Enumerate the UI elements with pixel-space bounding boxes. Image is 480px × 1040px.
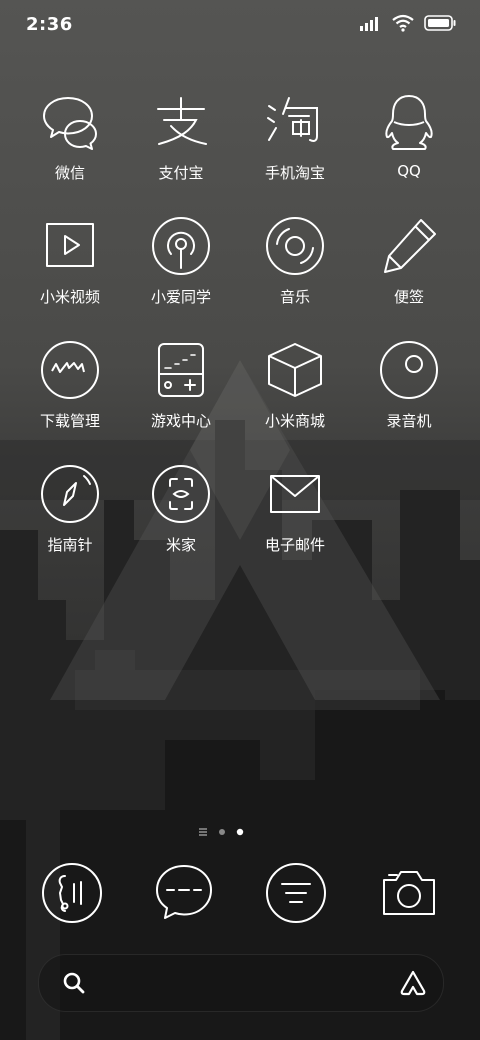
- status-time: 2:36: [26, 14, 73, 35]
- app-label: 游戏中心: [150, 412, 211, 430]
- app-label: 下载管理: [39, 412, 100, 430]
- app-qq[interactable]: QQ: [354, 92, 464, 202]
- taobao-icon: [267, 97, 318, 142]
- app-mijia[interactable]: 米家: [126, 464, 236, 574]
- app-music[interactable]: 音乐: [240, 216, 350, 326]
- app-email[interactable]: 电子邮件: [240, 464, 350, 574]
- camera-icon[interactable]: [378, 862, 440, 924]
- wechat-icon: [43, 97, 97, 150]
- app-label: 音乐: [279, 288, 310, 306]
- app-label: 小米商城: [264, 412, 325, 430]
- app-label: 电子邮件: [264, 536, 325, 554]
- page-indicator[interactable]: [198, 827, 244, 837]
- page-dot-active: [236, 828, 244, 836]
- app-game-center[interactable]: 游戏中心: [126, 340, 236, 450]
- recorder-icon: [380, 341, 438, 399]
- app-download-manager[interactable]: 下载管理: [15, 340, 125, 450]
- assistant-icon[interactable]: [399, 969, 427, 997]
- status-bar: 2:36: [0, 0, 480, 52]
- video-icon: [46, 223, 94, 267]
- download-icon: [41, 341, 99, 399]
- app-taobao[interactable]: 手机淘宝: [240, 92, 350, 202]
- app-label: QQ: [397, 162, 421, 180]
- qq-icon: [385, 95, 433, 150]
- app-label: 手机淘宝: [264, 164, 325, 182]
- search-bar[interactable]: [38, 954, 444, 1012]
- compass-icon: [41, 465, 99, 523]
- app-label: 微信: [54, 164, 85, 182]
- app-label: 小爱同学: [150, 288, 211, 306]
- alipay-icon: [157, 97, 207, 145]
- app-notes[interactable]: 便签: [354, 216, 464, 326]
- phone-icon[interactable]: [41, 862, 103, 924]
- settings-icon[interactable]: [265, 862, 327, 924]
- battery-icon: [424, 15, 456, 31]
- status-icons: [360, 14, 456, 32]
- home-screen: 2:36 微信 支付宝 手机淘宝 QQ 小米视频 小爱同学 音乐 便签 下载管理…: [0, 0, 480, 1040]
- xiaoai-icon: [152, 217, 210, 275]
- signal-icon: [360, 17, 378, 31]
- app-label: 小米视频: [39, 288, 100, 306]
- search-icon[interactable]: [61, 970, 87, 996]
- page-dot: [219, 829, 225, 835]
- app-mi-store[interactable]: 小米商城: [240, 340, 350, 450]
- menu-lines-icon: [199, 828, 207, 836]
- app-compass[interactable]: 指南针: [15, 464, 125, 574]
- notes-icon: [384, 219, 436, 273]
- email-icon: [270, 475, 320, 513]
- app-mi-video[interactable]: 小米视频: [15, 216, 125, 326]
- app-wechat[interactable]: 微信: [15, 92, 125, 202]
- app-xiaoai[interactable]: 小爱同学: [126, 216, 236, 326]
- app-label: 支付宝: [158, 164, 204, 182]
- music-icon: [266, 217, 324, 275]
- messages-icon[interactable]: [153, 862, 215, 924]
- app-label: 录音机: [386, 412, 432, 430]
- app-recorder[interactable]: 录音机: [354, 340, 464, 450]
- mi-store-icon: [268, 343, 322, 397]
- app-alipay[interactable]: 支付宝: [126, 92, 236, 202]
- app-label: 指南针: [47, 536, 93, 554]
- mijia-icon: [152, 465, 210, 523]
- game-center-icon: [158, 343, 204, 397]
- wifi-icon: [392, 14, 414, 32]
- app-label: 米家: [165, 536, 196, 554]
- app-label: 便签: [393, 288, 424, 306]
